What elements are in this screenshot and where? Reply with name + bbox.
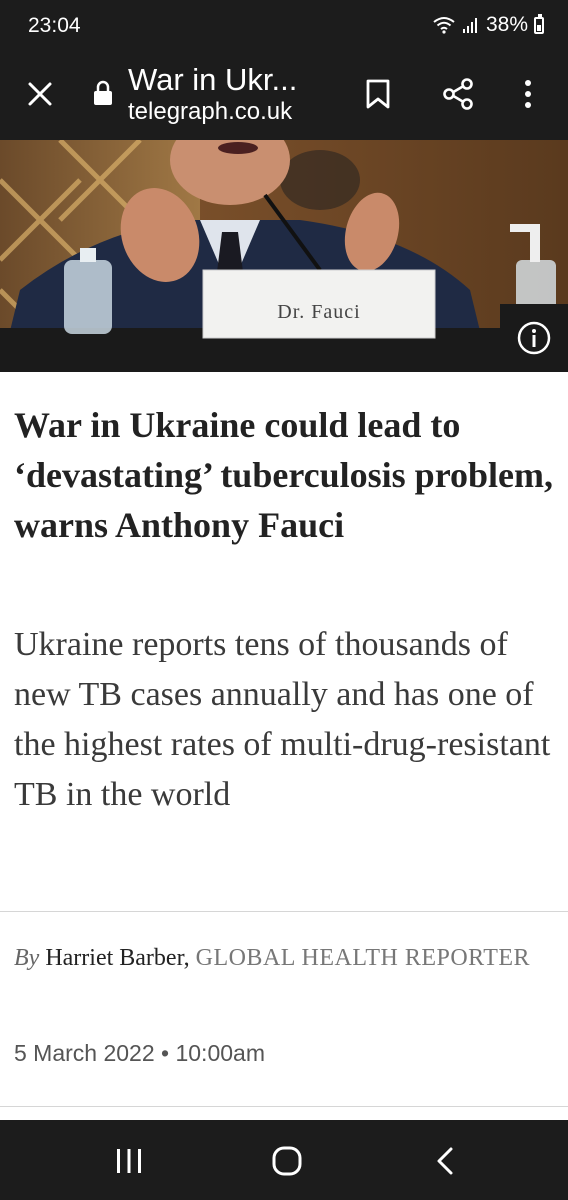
close-button[interactable] [18,72,62,116]
author-role: GLOBAL HEALTH REPORTER [195,945,531,971]
back-button[interactable] [420,1136,470,1186]
bookmark-button[interactable] [356,72,400,116]
page-title: War in Ukr... [128,62,298,97]
recents-button[interactable] [104,1136,154,1186]
article-headline: War in Ukraine could lead to ‘devastatin… [14,405,554,545]
home-icon [272,1146,302,1176]
hero-image: Dr. Fauci [0,140,568,372]
url-area[interactable]: War in Ukr... telegraph.co.uk [128,62,348,126]
lock-icon [94,80,112,105]
publish-date: 5 March 2022 • 10:00am [14,1040,265,1066]
share-button[interactable] [434,70,482,118]
divider [0,911,568,912]
image-info-button[interactable] [500,304,568,372]
status-time: 23:04 [28,14,81,37]
wifi-icon [433,17,455,34]
article-standfirst: Ukraine reports tens of thousands of new… [14,626,551,813]
share-icon [443,78,473,110]
placard-text: Dr. Fauci [277,301,360,323]
home-button[interactable] [262,1136,312,1186]
status-bar: 23:04 38% [0,0,568,54]
browser-toolbar: War in Ukr... telegraph.co.uk [0,54,568,140]
more-vert-icon [525,80,531,108]
author-name[interactable]: Harriet Barber, [45,945,189,971]
status-indicators: 38% [432,13,544,37]
byline: By Harriet Barber, GLOBAL HEALTH REPORTE… [14,938,554,978]
recents-icon [117,1149,141,1173]
byline-prefix: By [14,945,40,971]
signal-icon [462,18,477,33]
divider [0,1106,568,1107]
more-options-button[interactable] [508,70,548,118]
close-icon [28,82,52,106]
info-icon [517,321,551,355]
battery-percent: 38% [485,13,528,36]
system-nav-bar [0,1120,568,1200]
battery-icon [534,13,544,34]
hero-photo: Dr. Fauci [0,140,568,372]
page-domain: telegraph.co.uk [128,98,293,125]
back-icon [437,1147,453,1175]
bookmark-icon [366,79,390,109]
